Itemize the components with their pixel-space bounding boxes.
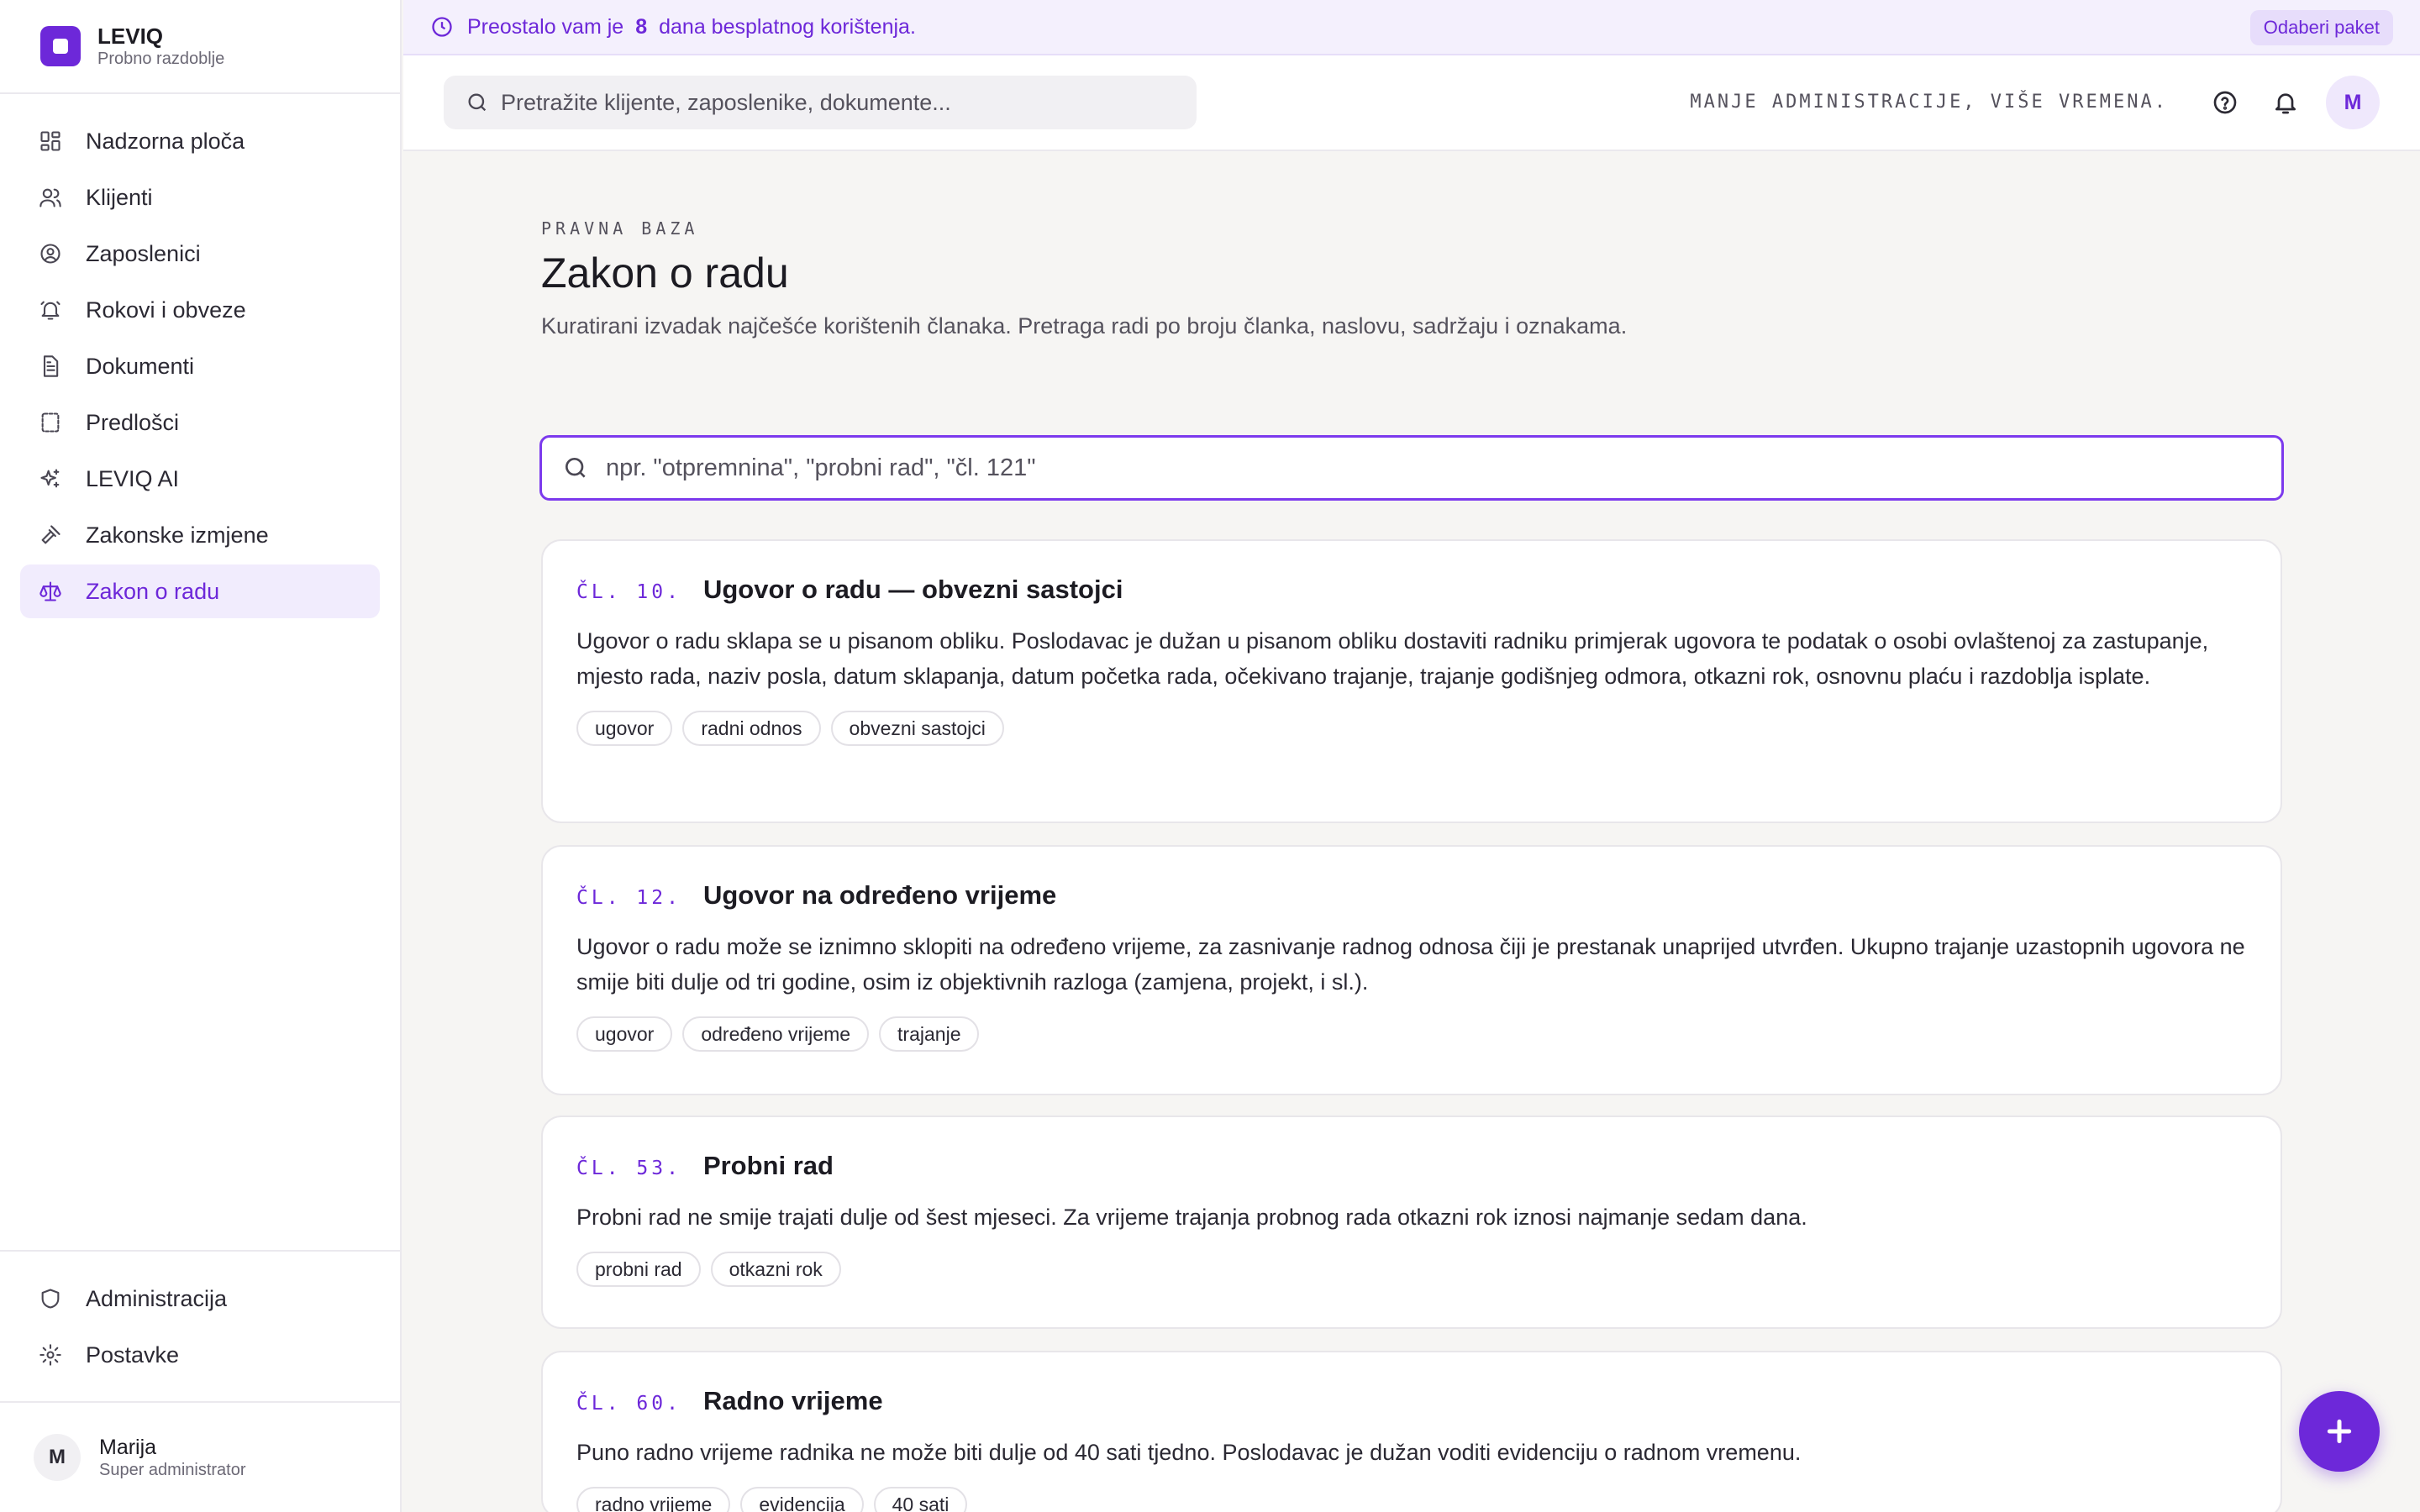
global-search-input[interactable]: [501, 89, 1173, 116]
tag[interactable]: radno vrijeme: [576, 1487, 731, 1512]
trial-banner: Preostalo vam je 8 dana besplatnog koriš…: [403, 0, 2420, 55]
trial-prefix: Preostalo vam je: [467, 14, 624, 39]
plus-icon: [2327, 1419, 2352, 1444]
search-icon: [566, 458, 586, 478]
sidebar-item-label: Administracija: [86, 1285, 228, 1311]
tag[interactable]: 40 sati: [873, 1487, 968, 1512]
search-icon: [468, 93, 487, 112]
trial-days: 8: [635, 14, 648, 39]
sidebar: LEVIQ Probno razdoblje Nadzorna ploča Kl…: [0, 0, 402, 1512]
sidebar-item-documents[interactable]: Dokumenti: [20, 339, 380, 393]
sidebar-item-legal-changes[interactable]: Zakonske izmjene: [20, 508, 380, 562]
article-tags: probni rad otkazni rok: [576, 1252, 2247, 1287]
sidebar-item-labor-law[interactable]: Zakon o radu: [20, 564, 380, 618]
gavel-icon: [37, 522, 64, 549]
users-icon: [37, 184, 64, 211]
sidebar-item-ai[interactable]: LEVIQ AI: [20, 452, 380, 506]
scale-icon: [37, 578, 64, 605]
add-button[interactable]: [2299, 1391, 2380, 1472]
article-number: ČL. 60.: [576, 1393, 681, 1415]
document-icon: [37, 353, 64, 380]
tagline: MANJE ADMINISTRACIJE, VIŠE VREMENA.: [1690, 92, 2168, 113]
page-title: Zakon o radu: [541, 249, 789, 297]
article-number: ČL. 10.: [576, 581, 681, 603]
trial-suffix: dana besplatnog korištenja.: [659, 14, 916, 39]
choose-plan-button[interactable]: Odaberi paket: [2249, 10, 2393, 45]
tag[interactable]: trajanje: [879, 1016, 980, 1052]
sidebar-item-label: Dokumenti: [86, 353, 195, 379]
sidebar-item-administration[interactable]: Administracija: [20, 1272, 380, 1326]
article-number: ČL. 53.: [576, 1158, 681, 1179]
sidebar-item-label: Zaposlenici: [86, 240, 201, 266]
template-icon: [37, 409, 64, 436]
sidebar-item-label: Postavke: [86, 1341, 180, 1368]
article-card[interactable]: ČL. 53. Probni rad Probni rad ne smije t…: [541, 1116, 2282, 1329]
tag[interactable]: probni rad: [576, 1252, 701, 1287]
gear-icon: [37, 1341, 64, 1368]
page-subtitle: Kuratirani izvadak najčešće korištenih č…: [541, 313, 1628, 339]
dashboard-icon: [37, 128, 64, 155]
help-icon[interactable]: [2208, 86, 2242, 119]
tag[interactable]: evidencija: [740, 1487, 864, 1512]
brand-logo-icon: [40, 26, 81, 66]
global-search[interactable]: [444, 76, 1197, 129]
article-body: Probni rad ne smije trajati dulje od šes…: [576, 1205, 1807, 1230]
sidebar-item-label: Nadzorna ploča: [86, 128, 245, 154]
article-title: Radno vrijeme: [702, 1386, 883, 1415]
page-eyebrow: PRAVNA BAZA: [541, 218, 699, 239]
brand[interactable]: LEVIQ Probno razdoblje: [0, 0, 400, 94]
article-card[interactable]: ČL. 12. Ugovor na određeno vrijeme Ugovo…: [541, 845, 2282, 1095]
law-search-input[interactable]: [606, 454, 2202, 482]
sparkles-icon: [37, 465, 64, 492]
notifications-icon[interactable]: [2269, 86, 2302, 119]
tag[interactable]: određeno vrijeme: [682, 1016, 870, 1052]
article-number: ČL. 12.: [576, 887, 681, 909]
brand-subtitle: Probno razdoblje: [97, 50, 225, 68]
tag[interactable]: obvezni sastojci: [830, 711, 1004, 746]
law-search[interactable]: [539, 435, 2284, 501]
tag[interactable]: ugovor: [576, 711, 673, 746]
article-tags: radno vrijeme evidencija 40 sati: [576, 1487, 2247, 1512]
sidebar-item-label: Klijenti: [86, 184, 153, 210]
sidebar-item-deadlines[interactable]: Rokovi i obveze: [20, 283, 380, 337]
tag[interactable]: ugovor: [576, 1016, 673, 1052]
tag[interactable]: radni odnos: [682, 711, 821, 746]
sidebar-item-templates[interactable]: Predlošci: [20, 396, 380, 449]
sidebar-item-clients[interactable]: Klijenti: [20, 171, 380, 224]
sidebar-bottom-nav: Administracija Postavke: [0, 1250, 400, 1394]
avatar: M: [34, 1434, 81, 1481]
sidebar-item-dashboard[interactable]: Nadzorna ploča: [20, 114, 380, 168]
sidebar-nav: Nadzorna ploča Klijenti Zaposlenici Roko…: [0, 94, 400, 641]
article-title: Ugovor o radu — obvezni sastojci: [702, 575, 1123, 604]
article-title: Ugovor na određeno vrijeme: [702, 880, 1057, 910]
article-tags: ugovor određeno vrijeme trajanje: [576, 1016, 2247, 1052]
sidebar-item-label: LEVIQ AI: [86, 465, 180, 491]
sidebar-item-label: Zakonske izmjene: [86, 522, 269, 548]
sidebar-item-label: Predlošci: [86, 409, 180, 435]
article-body: Ugovor o radu sklapa se u pisanom obliku…: [576, 628, 2209, 689]
user-profile[interactable]: M Marija Super administrator: [0, 1401, 400, 1512]
article-card[interactable]: ČL. 10. Ugovor o radu — obvezni sastojci…: [541, 539, 2282, 823]
user-avatar-button[interactable]: M: [2326, 76, 2380, 129]
article-tags: ugovor radni odnos obvezni sastojci: [576, 711, 2247, 746]
sidebar-item-settings[interactable]: Postavke: [20, 1328, 380, 1382]
shield-icon: [37, 1285, 64, 1312]
user-role: Super administrator: [99, 1461, 246, 1479]
user-circle-icon: [37, 240, 64, 267]
brand-name: LEVIQ: [97, 24, 164, 49]
article-body: Puno radno vrijeme radnika ne može biti …: [576, 1440, 1802, 1465]
tag[interactable]: otkazni rok: [710, 1252, 841, 1287]
article-card[interactable]: ČL. 60. Radno vrijeme Puno radno vrijeme…: [541, 1351, 2282, 1512]
user-name: Marija: [99, 1436, 157, 1459]
sidebar-item-employees[interactable]: Zaposlenici: [20, 227, 380, 281]
sidebar-item-label: Rokovi i obveze: [86, 297, 246, 323]
article-title: Probni rad: [702, 1151, 834, 1180]
sidebar-item-label: Zakon o radu: [86, 578, 220, 604]
topbar: MANJE ADMINISTRACIJE, VIŠE VREMENA. M: [403, 55, 2420, 151]
article-body: Ugovor o radu može se iznimno sklopiti n…: [576, 934, 2245, 995]
clock-icon: [432, 17, 452, 37]
bell-icon: [37, 297, 64, 323]
